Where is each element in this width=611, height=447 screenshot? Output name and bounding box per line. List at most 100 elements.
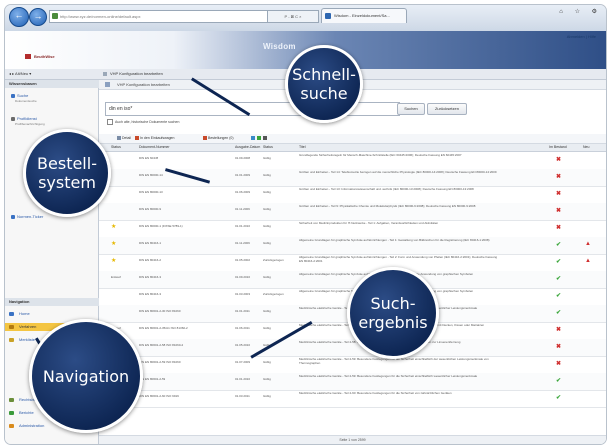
- address-text: http://www.xyz.de/normen-online/default.…: [60, 14, 141, 19]
- sidebar-item-ticker[interactable]: Normen-Ticker: [11, 214, 43, 219]
- cross-icon: ✖: [556, 327, 562, 333]
- forward-icon[interactable]: →: [29, 8, 47, 26]
- column-header[interactable]: Status: [111, 144, 121, 151]
- doc-status: Gültig: [263, 224, 271, 228]
- sidebar-item-profile[interactable]: Profildienst: [11, 116, 37, 121]
- reset-button[interactable]: Zurücksetzen: [427, 103, 467, 115]
- detail-icon: [117, 136, 121, 141]
- doc-status: Gültig: [263, 326, 271, 330]
- check-icon: ✔: [556, 310, 562, 316]
- screenshot-frame: ← → http://www.xyz.de/normen-online/defa…: [4, 4, 607, 445]
- issue-date: 01.09.2010: [235, 275, 251, 279]
- doc-status: Gültig: [263, 309, 271, 313]
- folder-icon: [9, 325, 14, 329]
- page-icon: [105, 82, 110, 87]
- orders-label: Bestellungen (0): [208, 136, 234, 140]
- table-row[interactable]: DIN EN 60445 01.09.2008 Gültig Grundlegende…: [99, 152, 606, 170]
- column-header[interactable]: Ausgabe-Datum: [235, 144, 260, 151]
- doc-title: Größen und Einheiten - Teil 14: Telebiom…: [299, 171, 497, 174]
- doc-title: Medizinische elektrische Geräte - Teil 2…: [299, 375, 478, 378]
- doc-status: Gültig: [263, 173, 271, 177]
- orders-button[interactable]: Bestellungen (0): [203, 134, 234, 143]
- column-header[interactable]: Im Bestand: [549, 144, 567, 151]
- history-checkbox-row[interactable]: Auch alte, historische Dokumente suchen: [107, 119, 179, 125]
- add-to-cart-button[interactable]: In den Einkaufswagen: [135, 134, 174, 143]
- table-row[interactable]: ★ DIN EN 80000-1 (FIXSE 5789-1) 01.01.2010…: [99, 220, 606, 238]
- back-icon[interactable]: ←: [9, 7, 29, 27]
- issue-date: 01.03.2011: [235, 394, 250, 398]
- doc-number: DIN EN 80000-14: [139, 173, 163, 177]
- table-row[interactable]: DIN EN 80000-13 01.06.2009 Gültig Größen un…: [99, 186, 606, 204]
- table-row[interactable]: DIN EN 80601-2-58 ISO 81060-201.05.2010G…: [99, 339, 606, 357]
- check-icon: ✔: [556, 293, 562, 299]
- cross-icon: ✖: [556, 191, 562, 197]
- brand-logo: BeuthWise: [25, 54, 55, 60]
- table-row[interactable]: EntwurfDIN EN 80601-2-59 ISO 8106001.07.…: [99, 356, 606, 374]
- doc-number: DIN EN 80601-2-35/A1 ISO 81360-2: [139, 326, 188, 330]
- table-row[interactable]: ★ DIN EN 80416-1 01.11.2009 Gültig Allgemein…: [99, 237, 606, 255]
- doc-status: Zurückgezogen: [263, 258, 284, 262]
- check-icon: ✔: [556, 378, 562, 384]
- refresh-icon[interactable]: [251, 136, 255, 141]
- doc-status: Gültig: [263, 275, 271, 279]
- column-header[interactable]: Neu: [583, 144, 589, 151]
- search-button[interactable]: Suchen: [397, 103, 425, 115]
- row-flag: Entwurf: [111, 275, 122, 279]
- table-row[interactable]: DIN EN 80000-9 01.11.2009 Gültig Größen und…: [99, 203, 606, 221]
- detail-button[interactable]: Detail: [117, 134, 131, 143]
- doc-title: Größen und Einheiten - Teil 13: Informat…: [299, 188, 474, 191]
- profile-icon: [11, 116, 15, 121]
- tab-icon: [103, 72, 107, 76]
- address-bar[interactable]: http://www.xyz.de/normen-online/default.…: [49, 10, 275, 23]
- issue-date: 01.01.2010: [235, 224, 251, 228]
- export-icon[interactable]: [256, 136, 261, 141]
- sidebar-header-navigation: Navigation: [5, 298, 102, 306]
- alt-neu-label: Alt/Neu: [15, 71, 29, 76]
- nav-item-label: Home: [19, 311, 30, 316]
- issue-date: 01.06.2009: [235, 190, 251, 194]
- column-header[interactable]: Dokument-Nummer: [139, 144, 170, 151]
- table-row[interactable]: DIN EN 80601-2-60 ISO 9919 01.03.2011 Gült…: [99, 390, 606, 408]
- check-icon: ✔: [556, 242, 562, 248]
- doc-title: Grundlegende Sicherheitsregeln für Mensc…: [299, 154, 462, 157]
- address-tools[interactable]: P - ⊠ C ×: [267, 10, 319, 23]
- row-flag: ★: [111, 224, 117, 230]
- column-header[interactable]: Titel: [299, 144, 305, 151]
- cart-icon: [135, 136, 139, 141]
- main-content: VHP Konfiguration bearbeiten din en iso*…: [99, 80, 606, 444]
- window-buttons[interactable]: ⌂ ☆ ⚙: [559, 8, 602, 15]
- doc-number: DIN EN 80416-1: [139, 241, 162, 245]
- app-title: Wisdom: [263, 42, 296, 51]
- sidebar-item-sub: Profilbenachrichtigung: [15, 122, 45, 126]
- pagination: Seite 1 von 2599: [99, 435, 606, 444]
- column-header[interactable]: Status: [263, 144, 273, 151]
- table-row[interactable]: DIN EN 80601-2-59 01.01.2010 Gültig Medizin…: [99, 373, 606, 391]
- table-row[interactable]: ★ DIN EN 80416-2 01.05.2002 Zurückgezogen Al…: [99, 254, 606, 272]
- issue-date: 01.03.2003: [235, 292, 251, 296]
- toolbar-icons[interactable]: [251, 134, 268, 143]
- nav-item-label: Merkliste: [19, 337, 36, 342]
- home-icon: [9, 312, 14, 316]
- alt-neu-menu[interactable]: ◂ ▸ Alt/Neu ▾: [9, 70, 31, 78]
- list-icon: [9, 338, 14, 342]
- doc-title: Medizinische elektrische Geräte - Teil 2…: [299, 358, 489, 365]
- tab-vhp-config[interactable]: VHP Konfiguration bearbeiten: [101, 70, 163, 78]
- tab-vhp-label: VHP Konfiguration bearbeiten: [110, 71, 163, 76]
- print-icon[interactable]: [262, 136, 267, 141]
- brand-text: BeuthWise: [34, 54, 55, 59]
- sidebar-item-search[interactable]: Suche: [11, 93, 28, 98]
- warning-icon: ▲: [585, 241, 591, 247]
- callout-text: Schnell- suche: [292, 65, 356, 103]
- history-checkbox[interactable]: [107, 119, 113, 125]
- book-icon: [9, 398, 14, 402]
- user-links[interactable]: Abmelden | Hilfe: [567, 34, 596, 39]
- issue-date: 01.11.2009: [235, 241, 250, 245]
- nav-item-label: Verfahren: [19, 324, 37, 329]
- table-row[interactable]: Entwurf DIN EN 80416-3 01.09.2010 Gültig All…: [99, 271, 606, 289]
- browser-tab[interactable]: Wisdom - Einzeldokument/Sa...: [321, 8, 407, 23]
- doc-title: Größen und Einheiten - Teil 9: Physikali…: [299, 205, 476, 208]
- check-icon: ✔: [556, 395, 562, 401]
- nav-item-home[interactable]: Home: [5, 310, 112, 318]
- doc-number: DIN EN 80000-1 (FIXSE 5789-1): [139, 224, 183, 228]
- issue-date: 01.11.2009: [235, 207, 250, 211]
